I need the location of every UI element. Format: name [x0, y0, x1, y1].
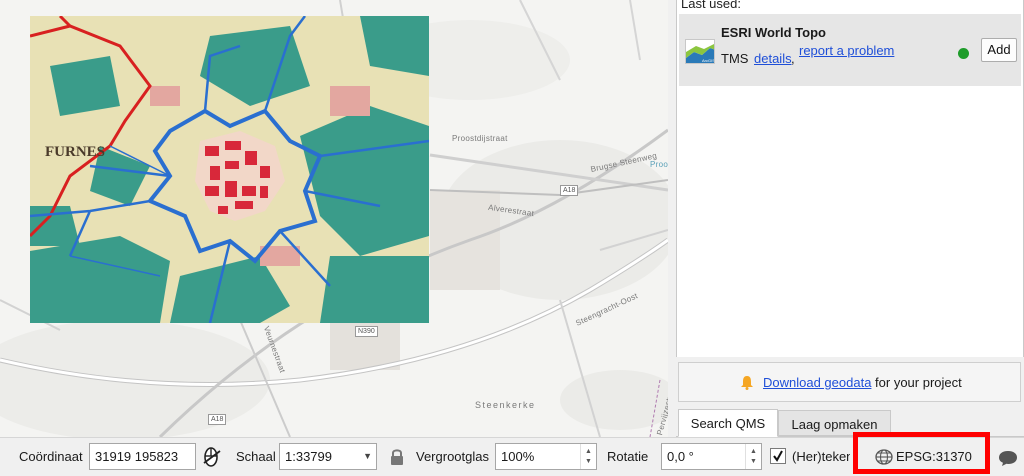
download-geodata-bar: Download geodata for your project [678, 362, 1021, 402]
qms-dock-panel: Last used: ArcGIS ESRI World Topo TMS de… [676, 0, 1024, 437]
map-label-proostdijstraat: Proostdijstraat [452, 134, 508, 143]
old-map-label-furnes: FURNES [45, 144, 105, 160]
map-label-steenkerke: Steenkerke [475, 400, 536, 410]
download-geodata-text: Download geodata for your project [763, 375, 962, 390]
download-geodata-link[interactable]: Download geodata [763, 375, 871, 390]
road-shield-a18-south: A18 [208, 414, 227, 425]
download-geodata-suffix: for your project [871, 375, 962, 390]
magnifier-stepper[interactable]: ▲ ▼ [580, 444, 596, 469]
esri-logo-icon: ArcGIS [685, 39, 715, 64]
coordinate-label: Coördinaat [19, 449, 83, 464]
rotation-value: 0,0 ° [667, 449, 694, 464]
map-label-proo: Proo [650, 160, 668, 169]
road-shield-n390: N390 [355, 326, 378, 337]
mouse-coordinate-toggle-icon[interactable] [201, 445, 223, 472]
road-shield-a18: A18 [560, 185, 579, 196]
magnifier-value: 100% [501, 449, 535, 464]
lock-icon[interactable] [390, 448, 404, 469]
add-service-button[interactable]: Add [981, 38, 1017, 62]
service-item-esri-world-topo[interactable]: ArcGIS ESRI World Topo TMS details , rep… [679, 14, 1021, 86]
svg-text:ArcGIS: ArcGIS [702, 58, 715, 63]
details-link[interactable]: details [754, 51, 792, 66]
render-checkbox[interactable] [770, 448, 786, 464]
service-type: TMS [721, 51, 749, 66]
crs-highlight-box [853, 432, 990, 474]
last-used-label: Last used: [681, 0, 741, 11]
rotation-stepper[interactable]: ▲ ▼ [745, 444, 761, 469]
magnifier-label: Vergrootglas [416, 449, 489, 464]
report-problem-link[interactable]: report a problem [799, 43, 894, 58]
render-label: (Her)teken [792, 449, 850, 464]
scale-select[interactable]: 1:33799 ▼ [279, 443, 377, 470]
rotation-spinbox[interactable]: 0,0 ° ▲ ▼ [661, 443, 762, 470]
bell-icon [740, 375, 754, 393]
service-status-indicator [958, 48, 969, 59]
map-canvas[interactable]: Steenkerke Brugse Steenweg Alverestraat … [0, 0, 668, 437]
tab-search-qms[interactable]: Search QMS [678, 409, 778, 437]
chevron-down-icon: ▼ [363, 451, 372, 461]
service-title: ESRI World Topo [721, 25, 826, 40]
checkmark-icon [773, 450, 783, 462]
rotation-label: Rotatie [607, 449, 649, 464]
coordinate-input[interactable]: 31919 195823 [89, 443, 196, 470]
service-list: Last used: ArcGIS ESRI World Topo TMS de… [676, 0, 1024, 357]
magnifier-spinbox[interactable]: 100% ▲ ▼ [495, 443, 597, 470]
messages-icon[interactable] [998, 449, 1018, 470]
scale-label: Schaal [236, 449, 276, 464]
service-separator: , [791, 51, 795, 66]
historical-map-overlay: FURNES [30, 16, 429, 323]
scale-value: 1:33799 [285, 449, 332, 464]
